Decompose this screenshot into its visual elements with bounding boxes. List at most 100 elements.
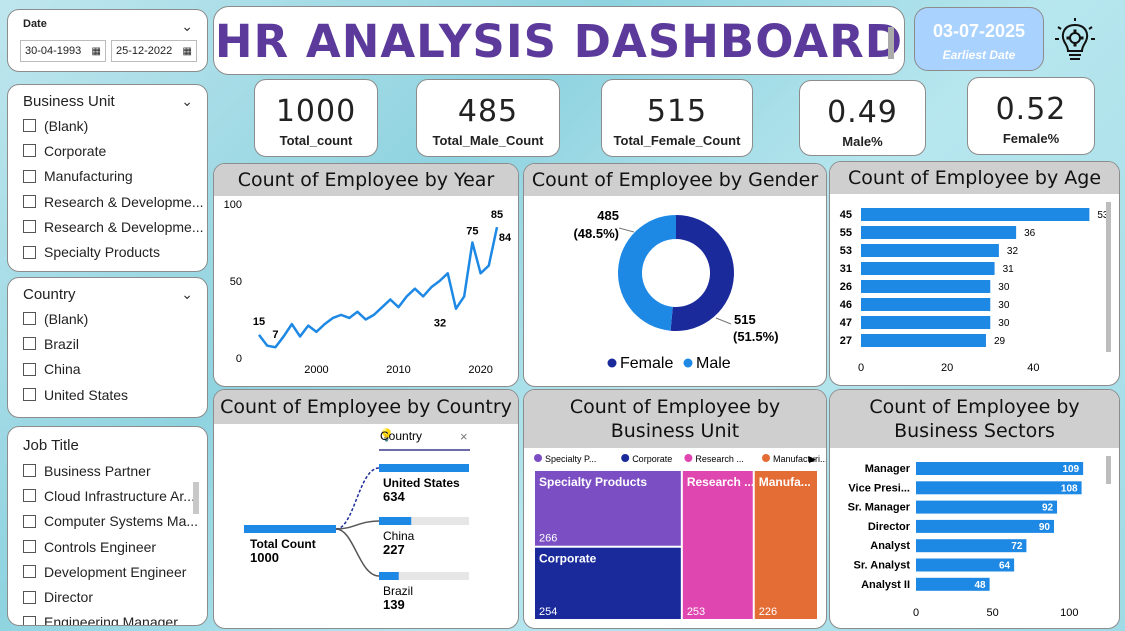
slicer-option-label: Manufacturing bbox=[44, 168, 133, 185]
bar bbox=[916, 519, 1054, 533]
slicer-option-label: Research & Developme... bbox=[44, 218, 204, 235]
country-slicer[interactable]: Country ⌄ (Blank) Brazil China United St… bbox=[7, 277, 208, 418]
category-label: United States bbox=[383, 476, 460, 490]
category-label: Manager bbox=[865, 463, 911, 475]
start-date-input[interactable]: 30-04-1993 ▦ bbox=[20, 40, 106, 62]
slicer-option[interactable]: Computer Systems Ma... bbox=[8, 509, 207, 534]
calendar-icon[interactable]: ▦ bbox=[92, 46, 101, 57]
slicer-option[interactable]: Controls Engineer bbox=[8, 534, 207, 559]
checkbox[interactable] bbox=[23, 169, 36, 183]
slicer-option[interactable]: Brazil bbox=[8, 331, 207, 356]
data-label: 30 bbox=[998, 300, 1010, 311]
kpi-female-pct: 0.52 Female% bbox=[967, 77, 1095, 155]
x-tick-label: 0 bbox=[858, 362, 864, 374]
tile-value: 266 bbox=[539, 533, 557, 545]
sectors-bar-chart: Manager 109 Vice Presi... 108 Sr. Manager 92 D… bbox=[848, 456, 1111, 619]
earliest-date-caption: Earliest Date bbox=[942, 48, 1016, 62]
slicer-option[interactable]: Director bbox=[8, 584, 207, 609]
slicer-option[interactable]: China bbox=[8, 357, 207, 382]
slicer-option[interactable]: Engineering Manager bbox=[8, 610, 207, 625]
slicer-option[interactable]: Development Engineer bbox=[8, 559, 207, 584]
checkbox[interactable] bbox=[23, 362, 36, 376]
job-title-slicer[interactable]: Job Title Business Partner Cloud Infrast… bbox=[7, 426, 208, 626]
data-label: 36 bbox=[1024, 228, 1036, 239]
slicer-option[interactable]: United States bbox=[8, 382, 207, 407]
slicer-option[interactable]: Research & Developme... bbox=[8, 214, 207, 239]
checkbox[interactable] bbox=[23, 245, 36, 259]
kpi-label: Total_count bbox=[279, 133, 353, 148]
checkbox[interactable] bbox=[23, 144, 36, 158]
slicer-option-label: Specialty Products bbox=[44, 244, 160, 261]
x-tick-label: 20 bbox=[941, 362, 953, 374]
checkbox[interactable] bbox=[23, 565, 36, 579]
slicer-option[interactable]: (Blank) bbox=[8, 113, 207, 138]
chevron-down-icon[interactable]: ⌄ bbox=[181, 286, 193, 303]
slicer-option-label: Director bbox=[44, 589, 94, 606]
treemap-tile bbox=[682, 471, 753, 619]
bar bbox=[916, 481, 1082, 495]
panel-title: Count of Employee by Business Sectors bbox=[830, 390, 1119, 448]
slicer-option[interactable]: Research & Developme... bbox=[8, 189, 207, 214]
bar bbox=[916, 500, 1058, 514]
legend-dot bbox=[684, 454, 693, 462]
slicer-option[interactable]: Specialty Products bbox=[8, 239, 207, 264]
bar bbox=[379, 517, 412, 525]
slicer-option[interactable]: (Blank) bbox=[8, 306, 207, 331]
treemap-tile bbox=[754, 471, 817, 619]
slicer-option[interactable]: Corporate bbox=[8, 138, 207, 163]
checkbox[interactable] bbox=[23, 514, 36, 528]
scrollbar[interactable] bbox=[193, 482, 199, 514]
tile-value: 253 bbox=[687, 606, 705, 618]
checkbox[interactable] bbox=[23, 489, 36, 503]
page-title: HR ANALYSIS DASHBOARD bbox=[214, 15, 904, 68]
donut-slice bbox=[670, 215, 734, 331]
checkbox[interactable] bbox=[23, 615, 36, 625]
checkbox[interactable] bbox=[23, 119, 36, 133]
root-bar bbox=[244, 525, 336, 533]
x-tick-label: 2000 bbox=[304, 364, 328, 376]
leader-line bbox=[618, 227, 635, 233]
checkbox[interactable] bbox=[23, 540, 36, 554]
checkbox[interactable] bbox=[23, 195, 36, 209]
slicer-title: Country bbox=[23, 286, 76, 303]
checkbox[interactable] bbox=[23, 388, 36, 402]
checkbox[interactable] bbox=[23, 220, 36, 234]
checkbox[interactable] bbox=[23, 312, 36, 326]
x-tick-label: 100 bbox=[1060, 607, 1078, 619]
chevron-down-icon[interactable]: ⌄ bbox=[181, 93, 193, 110]
slicer-option-label: Research & Developme... bbox=[44, 193, 204, 210]
data-label: 92 bbox=[1042, 503, 1054, 514]
kpi-male-pct: 0.49 Male% bbox=[799, 80, 926, 156]
end-date-input[interactable]: 25-12-2022 ▦ bbox=[111, 40, 197, 62]
donut-slice bbox=[617, 215, 676, 331]
data-label: 64 bbox=[999, 561, 1011, 572]
slicer-option[interactable]: Business Partner bbox=[8, 458, 207, 483]
checkbox[interactable] bbox=[23, 464, 36, 478]
date-slicer[interactable]: Date ⌄ 30-04-1993 ▦ 25-12-2022 ▦ bbox=[7, 9, 208, 72]
start-date-value: 30-04-1993 bbox=[25, 45, 82, 57]
slicer-option[interactable]: Cloud Infrastructure Ar... bbox=[8, 483, 207, 508]
slicer-option[interactable]: Manufacturing bbox=[8, 164, 207, 189]
data-label: 515 bbox=[734, 312, 756, 327]
kpi-label: Total_Female_Count bbox=[613, 133, 741, 148]
calendar-icon[interactable]: ▦ bbox=[183, 46, 192, 57]
data-label: 7 bbox=[272, 329, 278, 341]
checkbox[interactable] bbox=[23, 337, 36, 351]
business-unit-slicer[interactable]: Business Unit ⌄ (Blank) Corporate Manufa… bbox=[7, 84, 208, 272]
checkbox[interactable] bbox=[23, 590, 36, 604]
chevron-down-icon[interactable]: ⌄ bbox=[181, 18, 193, 35]
series-line bbox=[258, 226, 499, 349]
data-label: 32 bbox=[434, 318, 446, 330]
year-chart-panel: Count of Employee by Year 0 50 100 2000 2010… bbox=[213, 163, 519, 387]
slicer-option-label: Brazil bbox=[44, 335, 80, 352]
business-unit-treemap: Specialty P... Corporate Research ... Manuf… bbox=[534, 454, 826, 619]
bar bbox=[379, 464, 469, 472]
tile-label: Corporate bbox=[539, 552, 597, 566]
data-label: 30 bbox=[998, 318, 1010, 329]
kpi-value: 0.52 bbox=[995, 92, 1067, 127]
data-label: 15 bbox=[253, 316, 265, 328]
panel-title: Count of Employee by Age bbox=[830, 162, 1119, 194]
tile-label: Specialty Products bbox=[539, 475, 647, 489]
kpi-value: 1000 bbox=[275, 94, 357, 129]
kpi-total-count: 1000 Total_count bbox=[254, 79, 378, 157]
